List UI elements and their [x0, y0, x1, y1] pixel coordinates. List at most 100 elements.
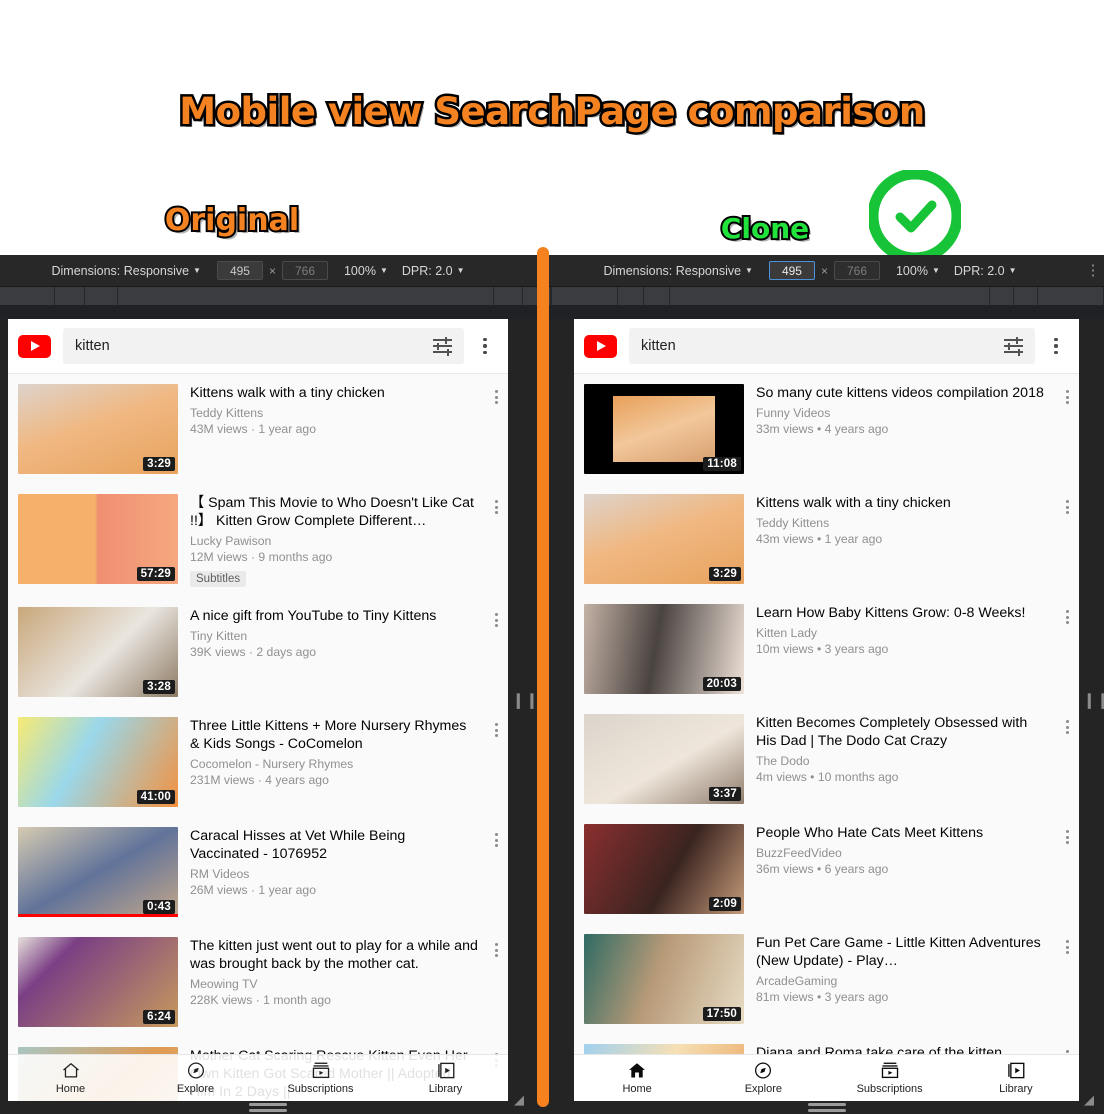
video-title[interactable]: 【 Spam This Movie to Who Doesn't Like Ca…: [190, 494, 478, 530]
video-overflow-menu[interactable]: [1055, 824, 1079, 914]
video-list-item[interactable]: 41:00 Three Little Kittens + More Nurser…: [8, 707, 508, 817]
video-thumbnail[interactable]: 17:50: [584, 934, 744, 1024]
nav-item-explore[interactable]: Explore: [133, 1055, 258, 1101]
video-thumbnail[interactable]: 6:24: [18, 937, 178, 1027]
video-overflow-menu[interactable]: [484, 827, 508, 917]
video-thumbnail[interactable]: 3:29: [584, 494, 744, 584]
tune-filter-icon[interactable]: [1004, 336, 1023, 356]
video-channel[interactable]: Meowing TV: [190, 976, 478, 992]
video-overflow-menu[interactable]: [1055, 384, 1079, 474]
nav-item-subscriptions[interactable]: Subscriptions: [258, 1055, 383, 1101]
viewport-resize-handle-right-original[interactable]: ❙❙: [512, 693, 538, 708]
video-thumbnail[interactable]: 2:09: [584, 824, 744, 914]
video-title[interactable]: Fun Pet Care Game - Little Kitten Advent…: [756, 934, 1049, 970]
video-list-item[interactable]: 20:03 Learn How Baby Kittens Grow: 0-8 W…: [574, 594, 1079, 704]
video-thumbnail[interactable]: 20:03: [584, 604, 744, 694]
dpr-dropdown[interactable]: DPR: 2.0 ▼: [402, 264, 465, 278]
video-thumbnail[interactable]: 57:29: [18, 494, 178, 584]
nav-item-home[interactable]: Home: [574, 1055, 700, 1101]
youtube-logo-icon[interactable]: [18, 334, 51, 358]
video-channel[interactable]: Cocomelon - Nursery Rhymes: [190, 756, 478, 772]
viewport-resize-corner-original[interactable]: ◢: [514, 1092, 524, 1108]
mobile-viewport-original: kitten 3:29 Kittens walk with a tiny chi…: [8, 319, 508, 1101]
video-title[interactable]: So many cute kittens videos compilation …: [756, 384, 1049, 402]
video-list-item[interactable]: 3:29 Kittens walk with a tiny chicken Te…: [574, 484, 1079, 594]
home-indicator-original: [249, 1103, 287, 1112]
video-list-clone[interactable]: 11:08 So many cute kittens videos compil…: [574, 374, 1079, 1101]
viewport-resize-corner-clone[interactable]: ◢: [1084, 1092, 1094, 1108]
viewport-height-input[interactable]: 766: [833, 261, 880, 280]
viewport-width-input[interactable]: 495: [216, 261, 263, 280]
video-overflow-menu[interactable]: [1055, 934, 1079, 1024]
tune-filter-icon[interactable]: [433, 336, 452, 356]
video-list-item[interactable]: 2:09 People Who Hate Cats Meet Kittens B…: [574, 814, 1079, 924]
zoom-dropdown[interactable]: 100% ▼: [344, 264, 388, 278]
devtools-more-menu[interactable]: ⋮: [1082, 263, 1104, 278]
video-overflow-menu[interactable]: [484, 384, 508, 474]
video-channel[interactable]: Lucky Pawison: [190, 533, 478, 549]
video-title[interactable]: Three Little Kittens + More Nursery Rhym…: [190, 717, 478, 753]
youtube-logo-icon[interactable]: [584, 334, 617, 358]
video-thumbnail[interactable]: 3:28: [18, 607, 178, 697]
video-thumbnail[interactable]: 3:29: [18, 384, 178, 474]
viewport-width-input[interactable]: 495: [768, 261, 815, 280]
search-input-clone[interactable]: kitten: [629, 328, 1035, 364]
video-thumbnail[interactable]: 0:43: [18, 827, 178, 917]
video-list-item[interactable]: 57:29 【 Spam This Movie to Who Doesn't L…: [8, 484, 508, 597]
video-title[interactable]: Learn How Baby Kittens Grow: 0-8 Weeks!: [756, 604, 1049, 622]
video-overflow-menu[interactable]: [484, 717, 508, 807]
video-channel[interactable]: BuzzFeedVideo: [756, 845, 1049, 861]
video-channel[interactable]: Tiny Kitten: [190, 628, 478, 644]
video-list-item[interactable]: 0:43 Caracal Hisses at Vet While Being V…: [8, 817, 508, 927]
video-channel[interactable]: Teddy Kittens: [756, 515, 1049, 531]
video-channel[interactable]: ArcadeGaming: [756, 973, 1049, 989]
video-channel[interactable]: Funny Videos: [756, 405, 1049, 421]
video-list-item[interactable]: 3:28 A nice gift from YouTube to Tiny Ki…: [8, 597, 508, 707]
nav-item-home[interactable]: Home: [8, 1055, 133, 1101]
video-channel[interactable]: Kitten Lady: [756, 625, 1049, 641]
video-overflow-menu[interactable]: [484, 494, 508, 587]
dimensions-dropdown[interactable]: Dimensions: Responsive ▼: [51, 264, 200, 278]
video-overflow-menu[interactable]: [1055, 604, 1079, 694]
video-channel[interactable]: The Dodo: [756, 753, 1049, 769]
video-list-item[interactable]: 6:24 The kitten just went out to play fo…: [8, 927, 508, 1037]
nav-item-subscriptions[interactable]: Subscriptions: [827, 1055, 953, 1101]
video-title[interactable]: Caracal Hisses at Vet While Being Vaccin…: [190, 827, 478, 863]
video-title[interactable]: The kitten just went out to play for a w…: [190, 937, 478, 973]
video-title[interactable]: Kittens walk with a tiny chicken: [756, 494, 1049, 512]
header-overflow-menu-original[interactable]: [472, 337, 498, 355]
header-overflow-menu-clone[interactable]: [1043, 337, 1069, 355]
zoom-dropdown[interactable]: 100% ▼: [896, 264, 940, 278]
video-meta: Learn How Baby Kittens Grow: 0-8 Weeks! …: [744, 604, 1055, 694]
search-input-original[interactable]: kitten: [63, 328, 464, 364]
video-channel[interactable]: Teddy Kittens: [190, 405, 478, 421]
video-channel[interactable]: RM Videos: [190, 866, 478, 882]
video-title[interactable]: Kittens walk with a tiny chicken: [190, 384, 478, 402]
video-title[interactable]: A nice gift from YouTube to Tiny Kittens: [190, 607, 478, 625]
video-overflow-menu[interactable]: [484, 607, 508, 697]
video-stats: 36m views • 6 years ago: [756, 862, 889, 876]
video-title[interactable]: Kitten Becomes Completely Obsessed with …: [756, 714, 1049, 750]
video-thumbnail[interactable]: 3:37: [584, 714, 744, 804]
video-thumbnail[interactable]: 41:00: [18, 717, 178, 807]
video-list-item[interactable]: 17:50 Fun Pet Care Game - Little Kitten …: [574, 924, 1079, 1034]
nav-item-explore[interactable]: Explore: [700, 1055, 826, 1101]
viewport-height-input[interactable]: 766: [281, 261, 328, 280]
video-list-original[interactable]: 3:29 Kittens walk with a tiny chicken Te…: [8, 374, 508, 1101]
dimensions-dropdown[interactable]: Dimensions: Responsive ▼: [603, 264, 752, 278]
video-overflow-menu[interactable]: [484, 937, 508, 1027]
video-overflow-menu[interactable]: [1055, 494, 1079, 584]
viewport-resize-handle-right-clone[interactable]: ❙❙: [1083, 693, 1104, 708]
video-list-item[interactable]: 3:37 Kitten Becomes Completely Obsessed …: [574, 704, 1079, 814]
video-title[interactable]: People Who Hate Cats Meet Kittens: [756, 824, 1049, 842]
mobile-viewport-clone: kitten 11:08 So many cute kittens videos…: [574, 319, 1079, 1101]
nav-label: Explore: [176, 1083, 215, 1095]
video-list-item[interactable]: 11:08 So many cute kittens videos compil…: [574, 374, 1079, 484]
video-thumbnail[interactable]: 11:08: [584, 384, 744, 474]
nav-item-library[interactable]: Library: [953, 1055, 1079, 1101]
nav-label: Home: [55, 1083, 86, 1095]
video-overflow-menu[interactable]: [1055, 714, 1079, 804]
video-list-item[interactable]: 3:29 Kittens walk with a tiny chicken Te…: [8, 374, 508, 484]
dpr-dropdown[interactable]: DPR: 2.0 ▼: [954, 264, 1017, 278]
nav-item-library[interactable]: Library: [383, 1055, 508, 1101]
